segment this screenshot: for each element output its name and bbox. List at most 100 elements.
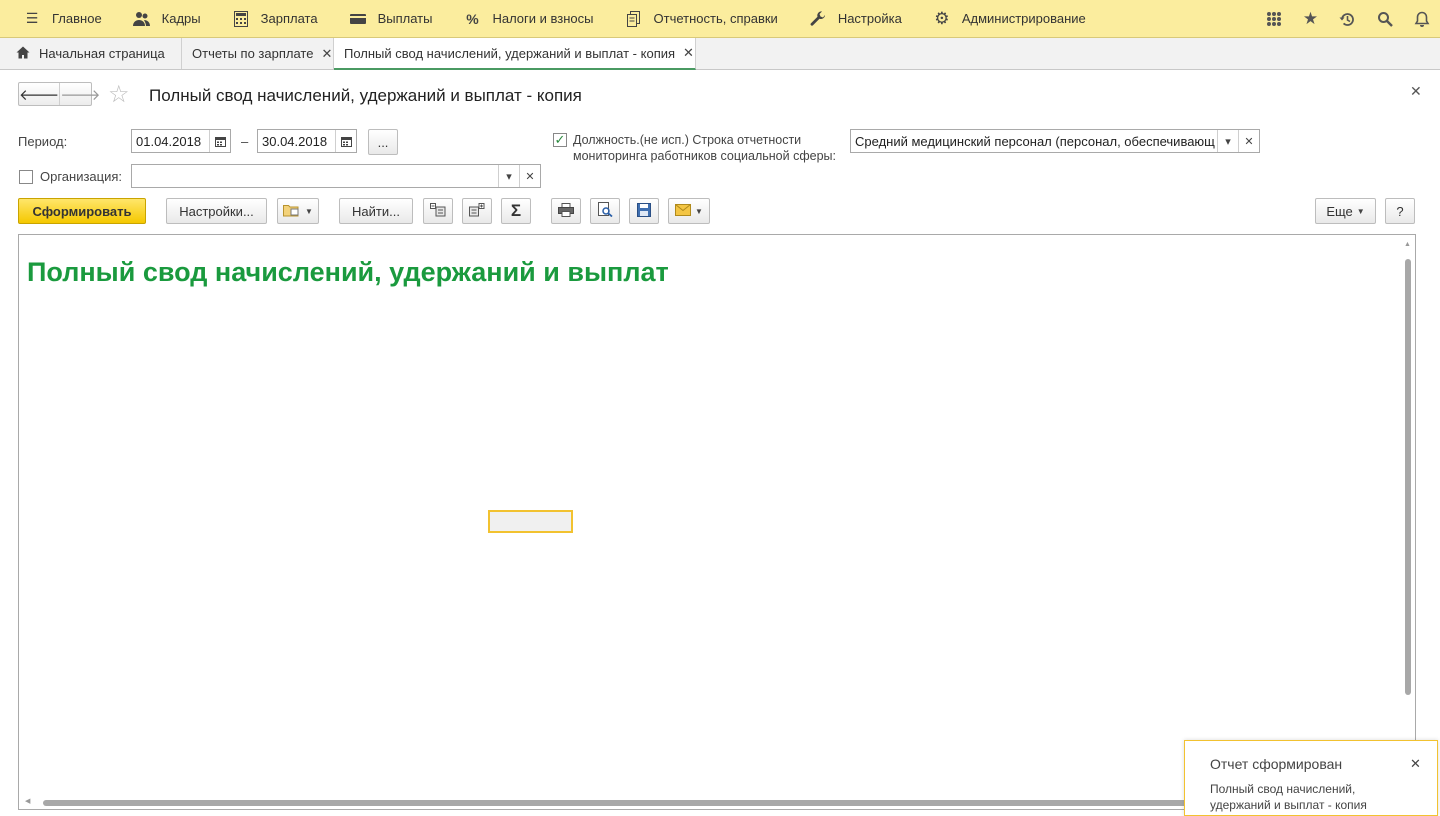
menu-item-label: Зарплата — [260, 11, 318, 26]
floppy-disk-icon — [637, 202, 651, 220]
period-from-value: 01.04.2018 — [136, 133, 202, 149]
period-dash: – — [241, 134, 249, 149]
send-email-button[interactable]: ▼ — [668, 198, 710, 224]
history-icon[interactable] — [1329, 0, 1366, 38]
tab-bar: Начальная страница Отчеты по зарплате ✕ … — [0, 38, 1440, 70]
wallet-icon — [348, 9, 368, 29]
tab-label: Полный свод начислений, удержаний и выпл… — [344, 45, 676, 61]
tab-label: Отчеты по зарплате — [192, 46, 314, 61]
people-icon — [132, 9, 152, 29]
menu-item-salary[interactable]: Зарплата — [217, 0, 334, 38]
menu-item-hr[interactable]: Кадры — [118, 0, 217, 38]
position-value: Средний медицинский персонал (персонал, … — [855, 133, 1215, 149]
report-spreadsheet[interactable]: Полный свод начислений, удержаний и выпл… — [18, 234, 1416, 810]
save-button[interactable] — [629, 198, 659, 224]
selected-cell[interactable] — [488, 510, 573, 533]
collapse-groups-button[interactable] — [423, 198, 453, 224]
navigation-buttons: 🡐 🡒 — [18, 82, 100, 106]
menu-item-payments[interactable]: Выплаты — [334, 0, 449, 38]
help-button[interactable]: ? — [1385, 198, 1415, 224]
menu-item-label: Налоги и взносы — [492, 11, 594, 26]
calculator-icon — [231, 9, 251, 29]
settings-button[interactable]: Настройки... — [166, 198, 267, 224]
tab-report-copy[interactable]: Полный свод начислений, удержаний и выпл… — [334, 38, 696, 70]
position-checkbox[interactable]: ✓ — [553, 132, 567, 147]
clear-icon[interactable]: ✕ — [1238, 130, 1259, 152]
checkmark-icon: ✓ — [554, 132, 566, 147]
menu-item-admin[interactable]: ⚙ Администрирование — [918, 0, 1102, 38]
scroll-left-icon[interactable]: ◀ — [25, 797, 30, 805]
preview-button[interactable] — [590, 198, 620, 224]
more-button[interactable]: Еще ▼ — [1315, 198, 1376, 224]
print-button[interactable] — [551, 198, 581, 224]
form-title: Полный свод начислений, удержаний и выпл… — [149, 86, 582, 105]
menu-item-label: Отчетность, справки — [653, 11, 778, 26]
wrench-icon — [808, 9, 828, 29]
favorite-star-icon[interactable]: ☆ — [108, 82, 130, 108]
print-preview-icon — [597, 202, 613, 220]
find-button[interactable]: Найти... — [339, 198, 413, 224]
horizontal-scroll-thumb[interactable] — [43, 800, 1193, 806]
main-menu-bar: ☰ Главное Кадры Зарплата Выплаты % Налог… — [0, 0, 1440, 38]
bell-icon[interactable] — [1403, 0, 1440, 38]
forward-arrow-icon[interactable]: 🡒 — [59, 83, 100, 105]
menu-item-settings[interactable]: Настройка — [794, 0, 918, 38]
calendar-icon[interactable] — [335, 130, 356, 152]
expand-groups-button[interactable] — [462, 198, 492, 224]
position-label-line1: Должность.(не исп.) Строка отчетности — [573, 133, 802, 147]
envelope-icon — [675, 203, 692, 219]
apps-grid-icon[interactable] — [1255, 0, 1292, 38]
tab-salary-reports[interactable]: Отчеты по зарплате ✕ — [182, 38, 334, 69]
period-to-field[interactable]: 30.04.2018 — [257, 129, 357, 153]
close-icon[interactable]: ✕ — [683, 45, 694, 61]
chevron-down-icon: ▼ — [1356, 206, 1365, 216]
calendar-icon[interactable] — [209, 130, 230, 152]
chevron-down-icon[interactable]: ▾ — [1217, 130, 1238, 152]
documents-icon — [624, 9, 644, 29]
generate-button[interactable]: Сформировать — [18, 198, 146, 224]
favorites-star-icon[interactable]: ★ — [1292, 0, 1329, 38]
close-icon[interactable]: ✕ — [321, 46, 332, 62]
menu-item-main[interactable]: ☰ Главное — [0, 0, 118, 38]
period-label: Период: — [18, 134, 68, 149]
folder-icon — [283, 203, 301, 220]
hamburger-icon: ☰ — [25, 10, 39, 26]
menu-item-taxes[interactable]: % Налоги и взносы — [448, 0, 609, 38]
sum-button[interactable]: Σ — [501, 198, 531, 224]
form-close-icon[interactable]: ✕ — [1410, 83, 1422, 100]
menu-item-label: Главное — [52, 11, 102, 26]
period-from-field[interactable]: 01.04.2018 — [131, 129, 231, 153]
organization-label: Организация: — [40, 169, 123, 184]
period-choose-button[interactable]: ... — [368, 129, 398, 155]
percent-icon: % — [466, 10, 479, 27]
chevron-down-icon[interactable]: ▾ — [498, 165, 519, 187]
period-to-value: 30.04.2018 — [262, 133, 328, 149]
position-label-line2: мониторинга работников социальной сферы: — [573, 149, 836, 163]
close-icon[interactable]: ✕ — [1410, 756, 1421, 772]
notification-popup[interactable]: Отчет сформирован ✕ Полный свод начислен… — [1184, 740, 1438, 816]
menu-item-label: Настройка — [837, 11, 902, 26]
chevron-down-icon: ▼ — [305, 206, 313, 216]
menu-item-label: Кадры — [161, 11, 201, 26]
variants-button[interactable]: ▼ — [277, 198, 319, 224]
vertical-scroll-thumb[interactable] — [1405, 259, 1411, 695]
organization-field[interactable]: ▾ ✕ — [131, 164, 541, 188]
home-icon — [16, 46, 30, 62]
expand-groups-icon — [469, 202, 485, 220]
position-select-field[interactable]: Средний медицинский персонал (персонал, … — [850, 129, 1260, 153]
report-title: Полный свод начислений, удержаний и выпл… — [27, 257, 669, 287]
printer-icon — [558, 202, 574, 220]
organization-checkbox[interactable] — [19, 170, 33, 184]
collapse-groups-icon — [430, 202, 446, 220]
clear-icon[interactable]: ✕ — [519, 165, 540, 187]
search-icon[interactable] — [1366, 0, 1403, 38]
back-arrow-icon[interactable]: 🡐 — [19, 83, 59, 105]
menu-item-reports[interactable]: Отчетность, справки — [610, 0, 794, 38]
topbar-tools: ★ — [1255, 0, 1440, 38]
tab-home[interactable]: Начальная страница — [6, 38, 182, 69]
gear-icon: ⚙ — [934, 8, 950, 28]
menu-item-label: Выплаты — [377, 11, 433, 26]
scroll-up-icon[interactable]: ▲ — [1404, 241, 1411, 248]
vertical-scrollbar[interactable]: ▲ — [1403, 241, 1413, 801]
notification-text: Полный свод начислений, удержаний и выпл… — [1210, 782, 1367, 812]
